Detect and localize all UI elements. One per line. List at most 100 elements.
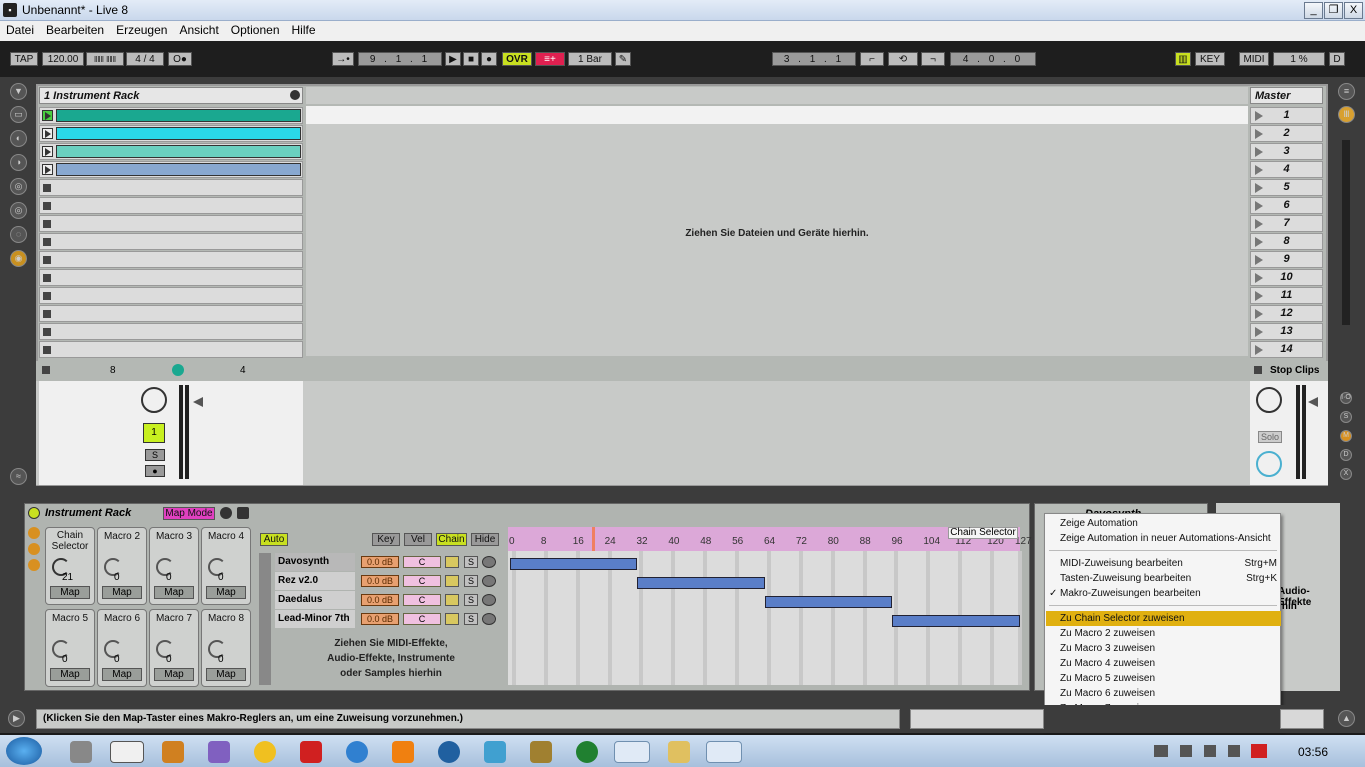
slot-stop-icon[interactable] xyxy=(43,346,51,354)
tempo-field[interactable]: 120.00 xyxy=(42,52,84,66)
taskbar-explorer-icon[interactable] xyxy=(668,741,690,763)
taskbar-app-1-icon[interactable] xyxy=(70,741,92,763)
chain-solo-button[interactable]: S xyxy=(464,556,478,568)
scene-launch[interactable]: 2 xyxy=(1250,125,1323,142)
chain-list-scrollbar[interactable] xyxy=(259,553,271,685)
taskbar-app-9-icon[interactable] xyxy=(438,741,460,763)
menu-item[interactable]: Zu Chain Selector zuweisen xyxy=(1046,611,1281,626)
chain-name[interactable]: Daedalus xyxy=(275,591,355,609)
menu-item[interactable]: Zeige Automation xyxy=(1046,516,1281,531)
map-button[interactable]: Map xyxy=(154,586,194,599)
slot-stop-icon[interactable] xyxy=(43,310,51,318)
track-activator[interactable]: 1 xyxy=(143,423,165,443)
track-stop-button[interactable] xyxy=(42,366,50,374)
taskbar-app-12-icon[interactable] xyxy=(576,741,598,763)
mini-overview[interactable] xyxy=(1280,709,1324,729)
browser-toggle-icon[interactable]: ▼ xyxy=(10,83,27,100)
start-button[interactable] xyxy=(6,737,42,765)
map-button[interactable]: Map xyxy=(206,668,246,681)
mixer-toggle-icon[interactable]: ≡ xyxy=(1338,83,1355,100)
places-icon-4[interactable]: ◉ xyxy=(10,250,27,267)
clip-slot[interactable] xyxy=(39,161,303,178)
punch-out-icon[interactable]: ¬ xyxy=(921,52,945,66)
hide-tab[interactable]: Hide xyxy=(471,533,499,546)
session-scrollbar[interactable] xyxy=(1342,140,1350,325)
scene-launch[interactable]: 5 xyxy=(1250,179,1323,196)
scene-launch[interactable]: 4 xyxy=(1250,161,1323,178)
clip-slot[interactable] xyxy=(39,341,303,358)
menu-item[interactable]: Zu Macro 6 zuweisen xyxy=(1046,686,1281,701)
chain-hotswap-icon[interactable] xyxy=(482,575,496,587)
scene-launch[interactable]: 11 xyxy=(1250,287,1323,304)
slot-stop-icon[interactable] xyxy=(43,238,51,246)
chain-volume[interactable]: 0.0 dB xyxy=(361,594,399,606)
chain-name[interactable]: Rez v2.0 xyxy=(275,572,355,590)
minimize-button[interactable]: _ xyxy=(1304,2,1323,19)
master-solo-button[interactable]: Solo xyxy=(1258,431,1282,443)
show-macros-icon[interactable] xyxy=(28,527,40,539)
rack-power-icon[interactable] xyxy=(28,507,40,519)
chain-hotswap-icon[interactable] xyxy=(482,613,496,625)
menu-item[interactable]: Makro-Zuweisungen bearbeiten ✓ xyxy=(1046,586,1281,601)
follow-arrow-button[interactable]: →• xyxy=(332,52,354,66)
map-mode-button[interactable]: Map Mode xyxy=(163,507,215,520)
menu-item[interactable]: Zu Macro 4 zuweisen xyxy=(1046,656,1281,671)
scene-launch[interactable]: 3 xyxy=(1250,143,1323,160)
chain-activator-icon[interactable] xyxy=(445,594,459,606)
chain-activator-icon[interactable] xyxy=(445,613,459,625)
computer-midi-keyboard-icon[interactable]: ▥ xyxy=(1175,52,1191,66)
menu-item[interactable]: Zu Macro 2 zuweisen xyxy=(1046,626,1281,641)
menu-item[interactable]: Zu Macro 5 zuweisen xyxy=(1046,671,1281,686)
chain-volume[interactable]: 0.0 dB xyxy=(361,556,399,568)
slot-stop-icon[interactable] xyxy=(43,202,51,210)
chain-hotswap-icon[interactable] xyxy=(482,594,496,606)
quantization-select[interactable]: 1 Bar xyxy=(568,52,612,66)
clip-slot[interactable] xyxy=(39,143,303,160)
taskbar-app-3-icon[interactable] xyxy=(162,741,184,763)
detail-toggle-icon[interactable]: ▲ xyxy=(1338,710,1355,727)
loop-icon[interactable]: ⟲ xyxy=(888,52,918,66)
chain-pan[interactable]: C xyxy=(403,613,441,625)
clip[interactable] xyxy=(56,127,301,140)
plugin-browser-icon[interactable]: ◑ xyxy=(10,154,27,171)
map-button[interactable]: Map xyxy=(50,586,90,599)
device-icon[interactable] xyxy=(1228,745,1240,757)
clip-slot[interactable] xyxy=(39,251,303,268)
scene-launch[interactable]: 7 xyxy=(1250,215,1323,232)
clip-slot[interactable] xyxy=(39,269,303,286)
scene-launch[interactable]: 1 xyxy=(1250,107,1323,124)
clip-slot[interactable] xyxy=(39,233,303,250)
stop-icon[interactable]: ■ xyxy=(463,52,479,66)
maximize-button[interactable]: ❐ xyxy=(1324,2,1343,19)
chain-activator-icon[interactable] xyxy=(445,575,459,587)
master-volume-handle[interactable] xyxy=(1308,397,1318,407)
map-button[interactable]: Map xyxy=(50,668,90,681)
chain-pan[interactable]: C xyxy=(403,575,441,587)
meter-field[interactable]: 4 / 4 xyxy=(126,52,164,66)
menu-erzeugen[interactable]: Erzeugen xyxy=(110,21,173,39)
scene-launch[interactable]: 8 xyxy=(1250,233,1323,250)
scene-launch[interactable]: 14 xyxy=(1250,341,1323,358)
rack-hotswap-icon[interactable] xyxy=(220,507,232,519)
clip-slot[interactable] xyxy=(39,215,303,232)
scene-launch[interactable]: 6 xyxy=(1250,197,1323,214)
chain-zone[interactable] xyxy=(892,615,1020,627)
stop-clips-button[interactable]: Stop Clips xyxy=(1270,365,1319,376)
map-button[interactable]: Map xyxy=(206,586,246,599)
chain-zone[interactable] xyxy=(637,577,765,589)
cue-volume-knob[interactable] xyxy=(1256,451,1282,477)
track-title[interactable]: 1 Instrument Rack xyxy=(39,87,303,104)
key-tab[interactable]: Key xyxy=(372,533,400,546)
map-button[interactable]: Map xyxy=(102,668,142,681)
clip[interactable] xyxy=(56,145,301,158)
slot-stop-icon[interactable] xyxy=(43,256,51,264)
scene-launch[interactable]: 9 xyxy=(1250,251,1323,268)
menu-item[interactable]: Tasten-Zuweisung bearbeiten Strg+K xyxy=(1046,571,1281,586)
chain-volume[interactable]: 0.0 dB xyxy=(361,575,399,587)
file-browser-icon[interactable]: ▭ xyxy=(10,106,27,123)
chain-pan[interactable]: C xyxy=(403,556,441,568)
arm-button[interactable]: ● xyxy=(145,465,165,477)
chain-row[interactable]: Rez v2.0 0.0 dB C S xyxy=(275,572,507,590)
taskbar-app-7-icon[interactable] xyxy=(346,741,368,763)
stop-clips-icon[interactable] xyxy=(1254,366,1262,374)
